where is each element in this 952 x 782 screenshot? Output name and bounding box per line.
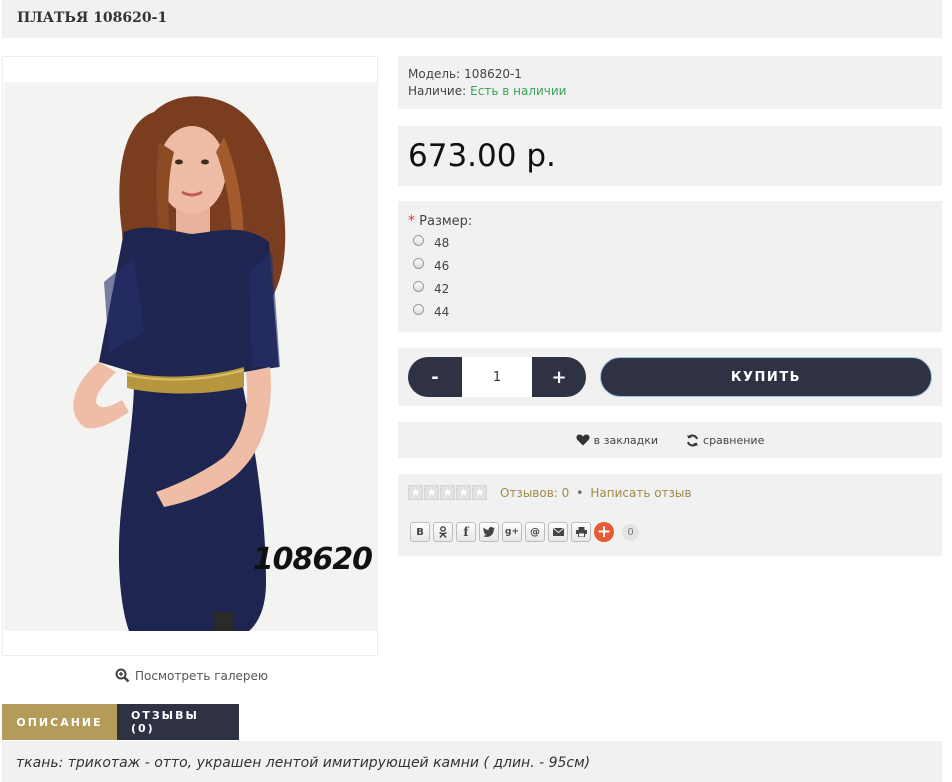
compare-label: сравнение bbox=[703, 433, 765, 447]
mailru-share-icon[interactable]: @ bbox=[525, 522, 545, 542]
page-title: ПЛАТЬЯ 108620-1 bbox=[17, 10, 168, 26]
size-option-46[interactable]: 46 bbox=[413, 252, 932, 275]
reviews-count-link[interactable]: Отзывов: 0 bbox=[500, 486, 569, 500]
product-price: 673.00 р. bbox=[408, 138, 556, 174]
twitter-share-icon[interactable] bbox=[479, 522, 499, 542]
star-empty-icon: ★ bbox=[424, 485, 439, 500]
star-empty-icon: ★ bbox=[472, 485, 487, 500]
model-label: Модель: bbox=[408, 67, 461, 81]
size-options-panel: * Размер: 48 46 42 44 bbox=[398, 201, 942, 332]
refresh-icon bbox=[687, 434, 699, 446]
heart-icon bbox=[576, 434, 590, 446]
view-gallery-label: Посмотреть галерею bbox=[135, 668, 269, 683]
product-description: ткань: трикотаж - отто, украшен лентой и… bbox=[2, 741, 942, 782]
rating-share-panel: ★ ★ ★ ★ ★ Отзывов: 0 • Написать отзыв В … bbox=[398, 474, 942, 556]
size-option-44[interactable]: 44 bbox=[413, 298, 932, 321]
availability-status: Есть в наличии bbox=[470, 84, 567, 98]
size-option-label: 42 bbox=[434, 281, 450, 296]
title-bar: ПЛАТЬЯ 108620-1 bbox=[2, 0, 942, 38]
product-info-panel: Модель: 108620-1 Наличие: Есть в наличии bbox=[398, 56, 942, 109]
wishlist-compare-panel: в закладки сравнение bbox=[398, 422, 942, 458]
product-photo[interactable]: 108620 bbox=[4, 82, 378, 631]
share-counter: 0 bbox=[622, 523, 639, 541]
size-radio[interactable] bbox=[413, 258, 424, 269]
envelope-glyph bbox=[552, 528, 564, 536]
star-empty-icon: ★ bbox=[408, 485, 423, 500]
share-buttons: В f g+ @ + 0 bbox=[410, 522, 639, 542]
google-plus-share-icon[interactable]: g+ bbox=[502, 522, 522, 542]
size-option-48[interactable]: 48 bbox=[413, 229, 932, 252]
model-row: Модель: 108620-1 bbox=[408, 66, 932, 83]
view-gallery-link[interactable]: Посмотреть галерею bbox=[115, 668, 268, 683]
odnoklassniki-glyph bbox=[439, 526, 447, 538]
required-mark: * bbox=[408, 213, 415, 229]
size-option-label: 48 bbox=[434, 235, 450, 250]
email-share-icon[interactable] bbox=[548, 522, 568, 542]
size-option-label: 44 bbox=[434, 304, 450, 319]
add-to-cart-panel: - + КУПИТЬ bbox=[398, 348, 942, 406]
size-option-42[interactable]: 42 bbox=[413, 275, 932, 298]
photo-watermark: 108620 bbox=[252, 542, 373, 577]
size-option-label: 46 bbox=[434, 258, 450, 273]
facebook-share-icon[interactable]: f bbox=[456, 522, 476, 542]
quantity-stepper: - + bbox=[408, 357, 586, 397]
product-image-box[interactable]: 108620 bbox=[2, 56, 378, 656]
quantity-decrease-button[interactable]: - bbox=[408, 357, 462, 397]
availability-row: Наличие: Есть в наличии bbox=[408, 83, 932, 100]
buy-button[interactable]: КУПИТЬ bbox=[600, 357, 932, 397]
star-empty-icon: ★ bbox=[440, 485, 455, 500]
rating-row: ★ ★ ★ ★ ★ Отзывов: 0 • Написать отзыв bbox=[408, 485, 691, 500]
tab-description[interactable]: ОПИСАНИЕ bbox=[2, 704, 117, 740]
tab-reviews[interactable]: ОТЗЫВЫ (0) bbox=[117, 704, 239, 740]
model-value: 108620-1 bbox=[464, 67, 522, 81]
quantity-input[interactable] bbox=[462, 357, 532, 397]
availability-label: Наличие: bbox=[408, 84, 467, 98]
size-option-title: Размер: bbox=[419, 214, 473, 229]
vkontakte-share-icon[interactable]: В bbox=[410, 522, 430, 542]
printer-glyph bbox=[575, 527, 587, 537]
twitter-bird-glyph bbox=[483, 527, 495, 537]
share-more-plus-icon[interactable]: + bbox=[594, 522, 614, 542]
wishlist-label: в закладки bbox=[593, 433, 659, 447]
size-radio[interactable] bbox=[413, 304, 424, 315]
odnoklassniki-share-icon[interactable] bbox=[433, 522, 453, 542]
add-to-wishlist-link[interactable]: в закладки bbox=[576, 434, 658, 447]
size-radio[interactable] bbox=[413, 235, 424, 246]
zoom-in-icon bbox=[115, 668, 130, 683]
product-tabs: ОПИСАНИЕ ОТЗЫВЫ (0) bbox=[2, 704, 239, 740]
size-option-header: * Размер: bbox=[408, 213, 932, 229]
star-empty-icon: ★ bbox=[456, 485, 471, 500]
write-review-link[interactable]: Написать отзыв bbox=[590, 486, 691, 500]
print-share-icon[interactable] bbox=[571, 522, 591, 542]
price-panel: 673.00 р. bbox=[398, 126, 942, 186]
quantity-increase-button[interactable]: + bbox=[532, 357, 586, 397]
size-radio[interactable] bbox=[413, 281, 424, 292]
add-to-compare-link[interactable]: сравнение bbox=[686, 434, 764, 447]
rating-separator: • bbox=[576, 485, 584, 500]
